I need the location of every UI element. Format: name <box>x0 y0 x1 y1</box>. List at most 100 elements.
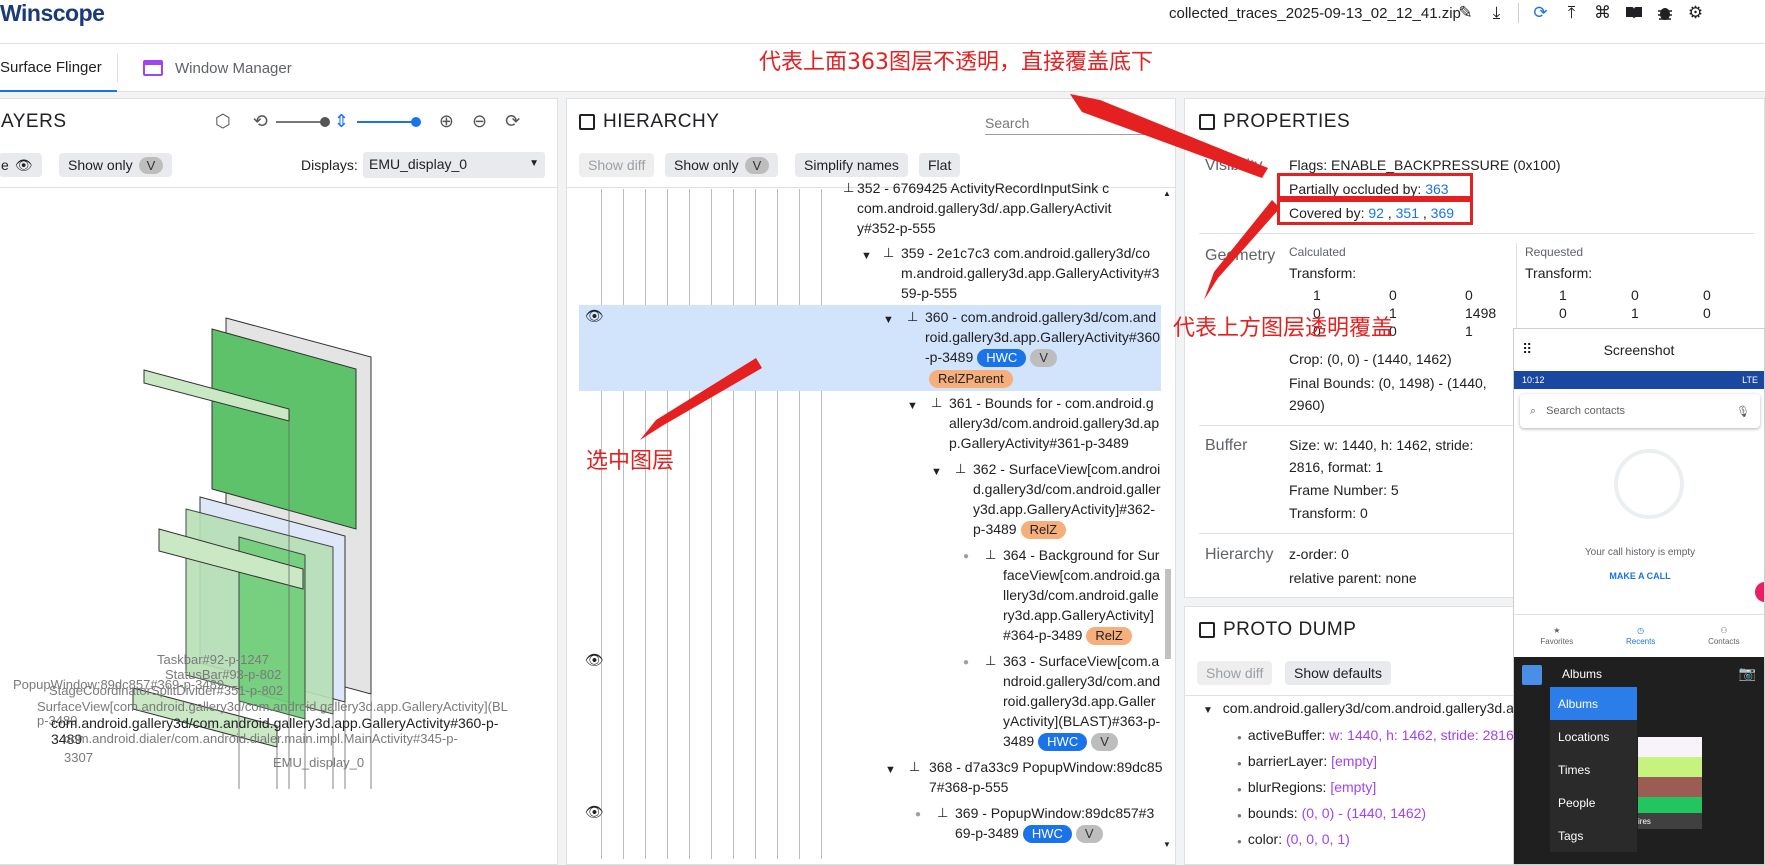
tree-row-363[interactable]: 👁 ● ⊥ 363 - SurfaceView[com.a ndroid.gal… <box>585 651 1161 752</box>
final-bounds-value-2: 2960) <box>1289 397 1325 413</box>
tree-row-text: 352 - 6769425 ActivityRecordInputSink c <box>857 180 1110 196</box>
hierarchy-section-label: Hierarchy <box>1205 546 1274 563</box>
tree-row-text: 368 - d7a33c9 PopupWindow:89dc85 <box>929 759 1163 775</box>
tree-row-text: -p-3489 <box>925 349 974 365</box>
show-diff-chip[interactable]: Show diff <box>579 153 655 177</box>
show-only-chip[interactable]: Show only V <box>665 153 779 177</box>
collapse-panel-icon[interactable] <box>1199 622 1215 638</box>
show-defaults-chip[interactable]: Show defaults <box>1285 661 1391 685</box>
tree-row-text: 59-p-555 <box>901 285 958 301</box>
partial-filter-chip[interactable]: e 👁 <box>0 153 42 177</box>
command-icon[interactable]: ⌘ <box>1589 1 1616 25</box>
book-icon[interactable] <box>1620 1 1647 25</box>
tree-row-368[interactable]: ▼ ⊥ 368 - d7a33c9 PopupWindow:89dc85 7#3… <box>885 757 1163 797</box>
tree-row-359[interactable]: ▼ ⊥ 359 - 2e1c7c3 com.android.gallery3d/… <box>861 243 1159 303</box>
proto-item[interactable]: ● bounds: (0, 0) - (1440, 1462) <box>1237 805 1426 821</box>
tree-row-352[interactable]: ⊥ 352 - 6769425 ActivityRecordInputSink … <box>843 178 1111 238</box>
show-diff-chip[interactable]: Show diff <box>1197 661 1273 685</box>
layer-label-display[interactable]: EMU_display_0 <box>273 755 364 770</box>
frame-number: Frame Number: 5 <box>1289 482 1399 498</box>
tree-row-text: 360 - com.android.gallery3d/com.and <box>925 309 1157 325</box>
zoom-out-icon[interactable]: ⊖ <box>472 111 487 132</box>
fab-icon <box>1755 582 1764 602</box>
rotation-slider[interactable] <box>275 116 330 127</box>
spacing-slider[interactable] <box>356 116 421 127</box>
eye-icon[interactable]: 👁 <box>585 307 604 327</box>
pin-icon[interactable]: ⊥ <box>843 178 854 198</box>
layer-label-surfaceview[interactable]: SurfaceView[com.android.gallery3d/com.an… <box>37 699 508 714</box>
pin-icon[interactable]: ⊥ <box>883 243 894 263</box>
tree-scrollbar[interactable]: ▲ ▼ <box>1163 189 1173 849</box>
tab-window-manager[interactable]: Window Manager <box>143 44 292 92</box>
tree-row-369[interactable]: 👁 ● ⊥ 369 - PopupWindow:89dc857#3 69-p-3… <box>585 803 1154 844</box>
proto-item[interactable]: ● activeBuffer: w: 1440, h: 1462, stride:… <box>1237 727 1514 743</box>
buffer-size-2: 2816, format: 1 <box>1289 459 1384 475</box>
tree-row-364[interactable]: ● ⊥ 364 - Background for Sur faceView[co… <box>963 545 1160 646</box>
phone-status-bar: 10:12 LTE <box>1514 371 1764 389</box>
proto-item[interactable]: ● color: (0, 0, 0, 1) <box>1237 831 1350 847</box>
pin-icon[interactable]: ⊥ <box>985 545 996 565</box>
screenshot-window[interactable]: ⠿ Screenshot 10:12 LTE ⌕ Search contacts… <box>1513 328 1765 865</box>
tree-row-362[interactable]: ▼ ⊥ 362 - SurfaceView[com.androi d.galle… <box>931 459 1161 540</box>
relz-badge: RelZ <box>1020 521 1067 540</box>
pin-icon[interactable]: ⊥ <box>985 651 996 671</box>
proto-item[interactable]: ● barrierLayer: [empty] <box>1237 753 1377 769</box>
chevron-down-icon[interactable]: ▼ <box>883 310 894 330</box>
zoom-in-icon[interactable]: ⊕ <box>439 111 454 132</box>
chevron-down-icon[interactable]: ▼ <box>931 462 942 482</box>
edit-icon[interactable]: ✎ <box>1452 1 1479 25</box>
pin-icon[interactable]: ⊥ <box>931 393 942 413</box>
simplify-names-chip[interactable]: Simplify names <box>795 153 908 177</box>
drag-handle-icon[interactable]: ⠿ <box>1522 341 1532 358</box>
tab-surface-flinger[interactable]: Surface Flinger <box>0 44 117 92</box>
visible-badge: V <box>1030 349 1057 368</box>
refresh-icon[interactable]: ⟳ <box>1527 1 1554 25</box>
tab-divider <box>117 54 118 82</box>
hwc-badge: HWC <box>1022 825 1072 844</box>
pin-icon[interactable]: ⊥ <box>909 757 920 777</box>
settings-icon[interactable]: ⚙ <box>1682 1 1709 25</box>
tree-row-360[interactable]: 👁 ▼ ⊥ 360 - com.android.gallery3d/com.an… <box>585 307 1160 388</box>
clock-icon <box>1614 449 1684 519</box>
hierarchy-search-input[interactable] <box>985 111 1175 135</box>
upload-icon[interactable]: ⤒ <box>1558 1 1585 25</box>
pin-icon[interactable]: ⊥ <box>955 459 966 479</box>
layer-label-gallery[interactable]: com.android.gallery3d/com.android.galler… <box>51 715 498 731</box>
flat-chip[interactable]: Flat <box>919 153 961 177</box>
tree-row-text: yActivity](BLAST)#363-p- <box>1003 713 1161 729</box>
collapse-panel-icon[interactable] <box>1199 114 1215 130</box>
screenshot-header[interactable]: ⠿ Screenshot <box>1514 329 1764 371</box>
layer-label-taskbar[interactable]: Taskbar#92-p-1247 <box>157 652 269 667</box>
spacing-icon[interactable]: ⇕ <box>334 111 349 132</box>
chevron-down-icon[interactable]: ▼ <box>1203 705 1213 716</box>
relz-parent-badge: RelZParent <box>929 369 1013 388</box>
rotate-icon[interactable]: ⟲ <box>253 111 268 132</box>
nav-recents: ◷ Recents <box>1625 625 1656 646</box>
albums-dropdown: Albums Locations Times People Tags <box>1550 687 1637 852</box>
reset-view-icon[interactable]: ⟳ <box>505 111 520 132</box>
pin-icon[interactable]: ⊥ <box>937 803 948 823</box>
chevron-down-icon[interactable]: ▼ <box>861 246 872 266</box>
proto-item[interactable]: ● blurRegions: [empty] <box>1237 779 1376 795</box>
proto-root[interactable]: ▼ com.android.gallery3d/com.android.gall… <box>1203 700 1514 716</box>
show-only-chip[interactable]: Show only V <box>59 153 173 177</box>
layer-label-dialer-2[interactable]: 3307 <box>64 750 93 765</box>
annotation-box-covered <box>1277 199 1473 225</box>
chevron-down-icon[interactable]: ▼ <box>885 760 896 780</box>
layer-label-stage[interactable]: StageCoordinatorSplitDivider#351-p-802 <box>49 683 283 698</box>
pin-icon[interactable]: ⊥ <box>907 307 918 327</box>
cube-icon[interactable]: ⬡ <box>215 111 231 132</box>
bug-icon[interactable] <box>1651 1 1678 25</box>
chevron-down-icon[interactable]: ▼ <box>907 396 918 416</box>
tree-row-361[interactable]: ▼ ⊥ 361 - Bounds for - com.android.g all… <box>907 393 1159 453</box>
visible-badge: V <box>1091 733 1118 752</box>
toolbar-divider <box>1518 3 1519 23</box>
collapse-panel-icon[interactable] <box>579 114 595 130</box>
download-icon[interactable]: ⤓ <box>1483 1 1510 25</box>
mic-icon: 🎙 <box>1736 405 1750 418</box>
eye-icon[interactable]: 👁 <box>585 803 604 823</box>
eye-icon[interactable]: 👁 <box>585 651 604 671</box>
tree-row-text: 359 - 2e1c7c3 com.android.gallery3d/co <box>901 245 1151 261</box>
displays-select[interactable]: EMU_display_0 ▼ <box>363 152 545 178</box>
layer-label-dialer[interactable]: com.android.dialer/com.android.dialer.ma… <box>64 731 458 746</box>
